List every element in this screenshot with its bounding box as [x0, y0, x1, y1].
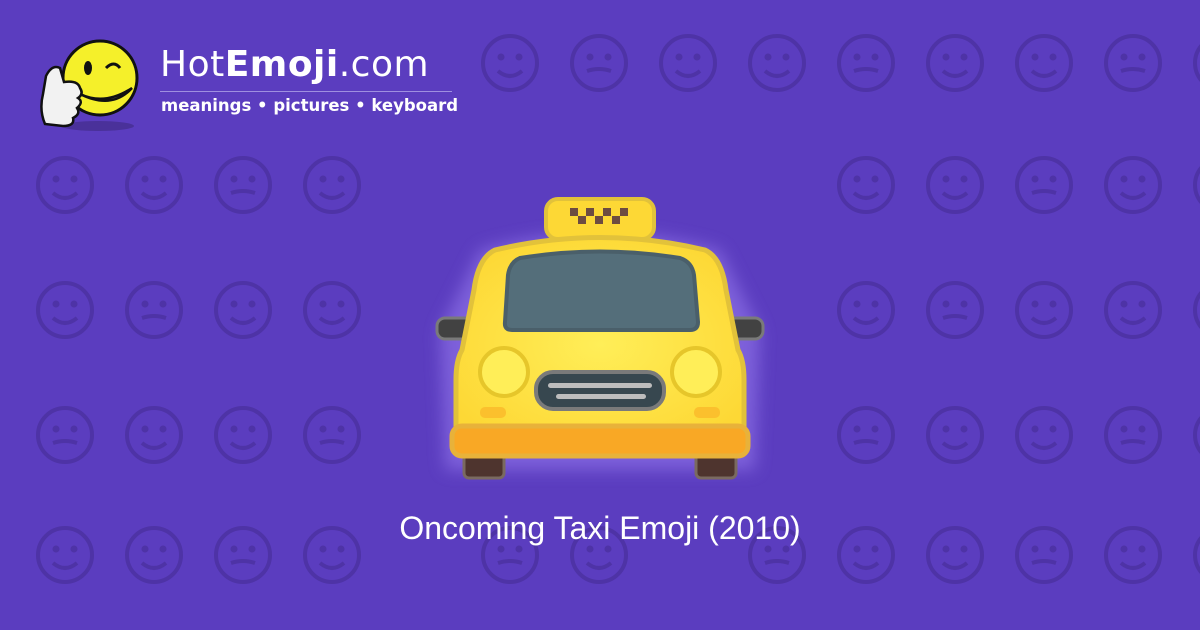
- taxi-headlight-right: [670, 346, 722, 398]
- taxi-bumper: [449, 423, 751, 459]
- taxi-headlight-left: [478, 346, 530, 398]
- emoji-caption: Oncoming Taxi Emoji (2010): [399, 510, 801, 546]
- taxi-windshield: [502, 249, 701, 332]
- taxi-grille: [534, 370, 666, 411]
